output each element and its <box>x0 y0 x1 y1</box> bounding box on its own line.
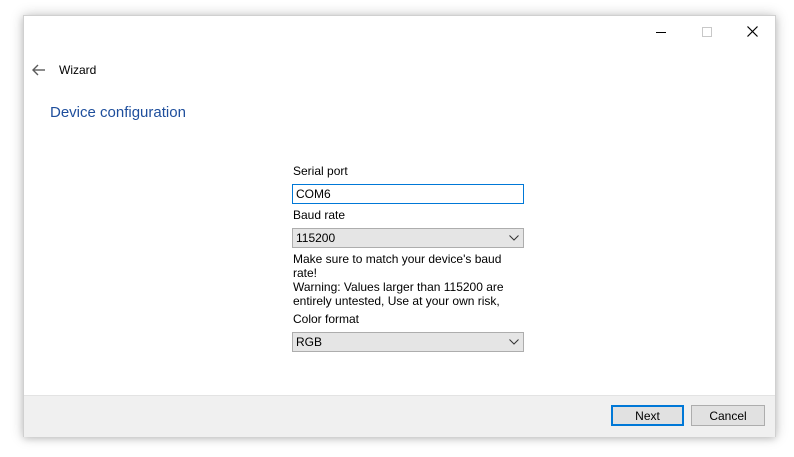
baud-rate-label: Baud rate <box>293 208 346 222</box>
wizard-nav: Wizard <box>24 58 96 82</box>
serial-port-input[interactable] <box>292 184 524 204</box>
chevron-down-icon <box>508 337 520 347</box>
cancel-button[interactable]: Cancel <box>691 405 765 426</box>
title-bar <box>24 16 775 47</box>
minimize-button[interactable] <box>638 16 684 47</box>
next-button[interactable]: Next <box>611 405 684 426</box>
back-arrow-icon <box>32 64 45 76</box>
close-button[interactable] <box>729 16 775 47</box>
wizard-title: Wizard <box>59 63 97 77</box>
baud-rate-warning-text: Warning: Values larger than 115200 are e… <box>293 280 504 308</box>
baud-rate-select[interactable]: 115200 <box>292 228 524 248</box>
serial-port-label: Serial port <box>293 164 348 178</box>
wizard-footer: Next Cancel <box>24 395 775 437</box>
close-icon <box>746 26 758 37</box>
baud-rate-value: 115200 <box>296 231 336 245</box>
color-format-label: Color format <box>293 312 360 326</box>
color-format-select[interactable]: RGB <box>292 332 524 352</box>
maximize-icon <box>702 26 712 37</box>
wizard-window: Wizard Device configuration Serial port … <box>23 15 776 437</box>
baud-rate-help-text: Make sure to match your device's baud ra… <box>293 252 502 280</box>
minimize-icon <box>656 31 666 33</box>
back-button[interactable] <box>22 58 56 82</box>
color-format-value: RGB <box>296 335 323 349</box>
chevron-down-icon <box>508 233 520 243</box>
page-title: Device configuration <box>50 104 186 121</box>
maximize-button[interactable] <box>684 16 730 47</box>
